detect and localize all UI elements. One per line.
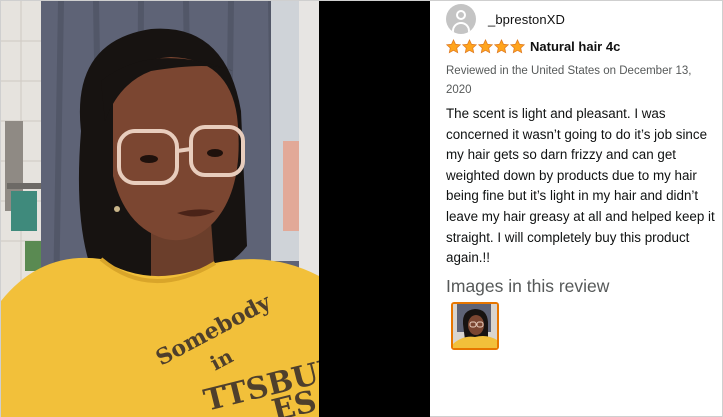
images-heading: Images in this review	[446, 276, 610, 296]
review-photo[interactable]: Somebody in TTSBURG ES	[1, 1, 319, 417]
review-title: Natural hair 4c	[530, 39, 621, 54]
star-rating	[446, 39, 525, 54]
star-filled-icon	[510, 39, 525, 54]
author-profile[interactable]: _bprestonXD	[446, 4, 565, 34]
review-date: Reviewed in the United States on Decembe…	[446, 65, 692, 96]
review-image-thumbnail[interactable]	[451, 302, 499, 350]
star-filled-icon	[446, 39, 461, 54]
star-filled-icon	[462, 39, 477, 54]
author-name[interactable]: _bprestonXD	[488, 12, 565, 27]
review-body: The scent is light and pleasant. I was c…	[446, 106, 715, 266]
star-filled-icon	[478, 39, 493, 54]
image-viewer: Somebody in TTSBURG ES	[1, 1, 430, 417]
review-image-popup: Somebody in TTSBURG ES _bprestonXD Natur…	[0, 0, 723, 417]
default-user-avatar-icon	[446, 4, 476, 34]
review-heading: Natural hair 4c	[446, 39, 620, 54]
review-panel: _bprestonXD Natural hair 4c Reviewed in …	[430, 1, 723, 417]
star-filled-icon	[494, 39, 509, 54]
